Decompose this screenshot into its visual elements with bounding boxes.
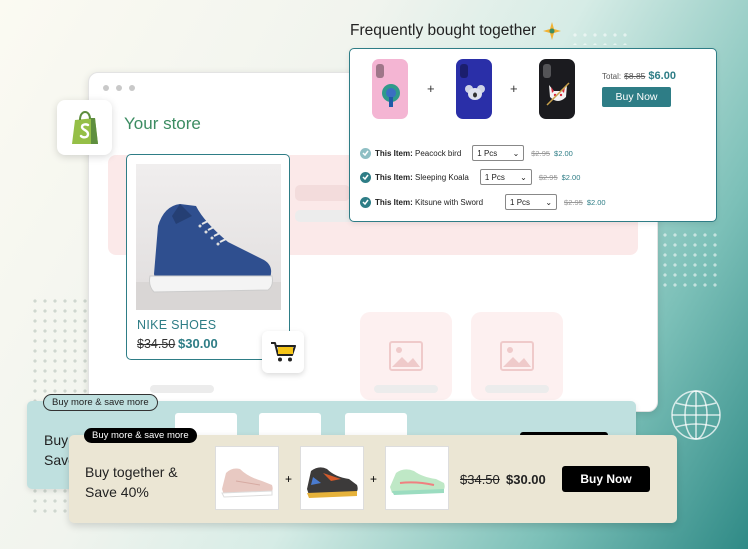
pink-sneaker-icon <box>221 468 273 498</box>
fbt-total-old: $8.85 <box>624 71 646 81</box>
item-old-price: $2.95 <box>531 148 551 158</box>
item-prefix: This Item: <box>375 172 413 182</box>
peacock-icon <box>382 84 400 107</box>
qty-select[interactable]: 1 Pcs ⌄ <box>479 169 532 185</box>
fbt-item-row: This Item: Peacock bird 1 Pcs ⌄ $2.95 $2.… <box>360 145 573 161</box>
plus-sign: + <box>370 472 378 486</box>
mint-sneaker-icon <box>390 469 445 495</box>
bundle-front-badge: Buy more & save more <box>84 428 197 443</box>
chevron-down-icon: ⌄ <box>520 172 527 182</box>
checkbox-checked-icon[interactable] <box>360 171 371 183</box>
product-new-price: $30.00 <box>178 336 218 351</box>
bundle-buy-now-button[interactable]: Buy Now <box>562 466 650 492</box>
item-old-price: $2.95 <box>564 197 583 207</box>
item-name: Peacock bird <box>415 148 462 158</box>
item-prefix: This Item: <box>375 148 413 158</box>
checkbox-checked-icon[interactable] <box>360 196 371 208</box>
fbt-title: Frequently bought together <box>350 22 537 39</box>
bundle-back-badge: Buy more & save more <box>43 394 158 411</box>
dot-pattern-right <box>660 230 720 290</box>
chevron-down-icon: ⌄ <box>545 197 553 207</box>
kitsune-icon <box>546 82 570 106</box>
phone-case-kitsune[interactable] <box>539 59 575 119</box>
bundle-old-price: $34.50 <box>460 472 500 487</box>
dot-pattern-top <box>570 30 630 45</box>
bundle-widget-front: Buy together & Save 40% + + $34.50 $30.0… <box>69 435 677 523</box>
fbt-buy-now-button[interactable]: Buy Now <box>602 87 671 107</box>
fbt-item-row: This Item: Kitsune with Sword 1 Pcs ⌄ $2.… <box>360 194 606 210</box>
globe-icon <box>671 390 721 440</box>
fbt-heading: Frequently bought together <box>350 22 562 40</box>
fbt-total: Total: $8.85 $6.00 <box>602 70 676 82</box>
item-new-price: $2.00 <box>554 148 573 158</box>
bundle-text-line1: Buy together & <box>85 464 178 480</box>
product-card[interactable]: NIKE SHOES $34.50 $30.00 <box>126 154 290 360</box>
item-name: Kitsune with Sword <box>415 197 484 207</box>
qty-select[interactable]: 1 Pcs ⌄ <box>472 145 525 161</box>
checkbox-checked-icon[interactable] <box>360 147 371 159</box>
plus-sign: + <box>285 472 293 486</box>
phone-case-peacock[interactable] <box>372 59 408 119</box>
fbt-total-label: Total: <box>602 72 622 81</box>
ghost-pill <box>150 385 214 393</box>
phone-case-koala[interactable] <box>456 59 492 119</box>
fbt-total-new: $6.00 <box>648 70 676 82</box>
cart-icon <box>271 342 296 362</box>
add-to-cart-button[interactable] <box>262 331 304 373</box>
item-new-price: $2.00 <box>586 197 606 207</box>
chevron-down-icon: ⌄ <box>512 148 520 158</box>
item-prefix: This Item: <box>375 197 413 207</box>
sparkle-icon <box>543 22 562 40</box>
store-title: Your store <box>124 114 201 133</box>
bundle-item-thumb[interactable] <box>215 446 279 510</box>
product-image <box>136 164 281 310</box>
ghost-pill <box>374 385 438 393</box>
bundle-item-thumb[interactable] <box>300 446 364 510</box>
qty-select[interactable]: 1 Pcs ⌄ <box>505 194 558 210</box>
item-old-price: $2.95 <box>538 172 558 182</box>
product-name[interactable]: NIKE SHOES <box>137 318 216 332</box>
plus-sign: + <box>427 81 435 96</box>
bundle-new-price: $30.00 <box>506 472 546 487</box>
bundle-front-text: Buy together & Save 40% <box>85 462 178 503</box>
plus-sign: + <box>510 81 518 96</box>
multicolor-sneaker-icon <box>307 467 358 498</box>
shopify-bag-icon <box>71 110 98 144</box>
item-name: Sleeping Koala <box>415 172 469 182</box>
bundle-text-line2: Save 40% <box>85 484 149 501</box>
shopify-logo <box>57 100 112 155</box>
item-new-price: $2.00 <box>561 172 581 182</box>
promo-canvas: Your store NIKE SHOES $34.50 $30.00 Freq… <box>0 0 748 549</box>
ghost-pill <box>485 385 549 393</box>
koala-icon <box>465 85 485 100</box>
fbt-widget: + + Total: $8.85 $6.00 Buy Now This Item… <box>349 48 717 222</box>
fbt-item-row: This Item: Sleeping Koala 1 Pcs ⌄ $2.95 $… <box>360 169 580 185</box>
ghost-line <box>295 185 350 201</box>
product-old-price: $34.50 <box>137 337 176 351</box>
blue-sneaker-icon <box>136 204 281 310</box>
bundle-item-thumb[interactable] <box>385 446 449 510</box>
